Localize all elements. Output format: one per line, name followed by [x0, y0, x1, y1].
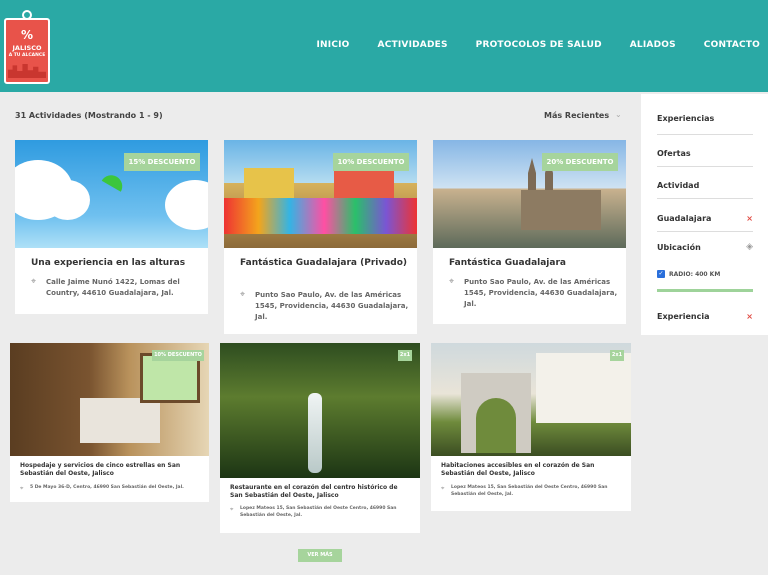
- logo-line-1: JALISCO: [12, 44, 42, 52]
- nav-inicio[interactable]: INICIO: [317, 40, 350, 50]
- building: [536, 353, 631, 423]
- divider: [657, 231, 753, 232]
- card-address: Lopez Mateos 15, San Sebastián del Oeste…: [451, 485, 608, 497]
- load-more-button[interactable]: VER MÁS: [298, 549, 342, 562]
- radius-label: RADIO: 400 KM: [669, 271, 721, 278]
- filter-actividad[interactable]: Actividad: [657, 181, 753, 190]
- divider: [657, 198, 753, 199]
- nav-actividades[interactable]: ACTIVIDADES: [378, 40, 448, 50]
- filter-experiencia[interactable]: Experiencia ×: [657, 312, 753, 321]
- top-bar: % JALISCO A TU ALCANCE INICIO ACTIVIDADE…: [0, 0, 768, 92]
- results-count: 31 Actividades (Mostrando 1 - 9): [15, 111, 163, 120]
- activity-card[interactable]: 20% DESCUENTO Fantástica Guadalajara ⌖ P…: [433, 140, 626, 324]
- arch-opening: [476, 398, 516, 453]
- card-address: 5 De Mayo 36-D, Centro, 46990 San Sebast…: [30, 485, 184, 490]
- nav-aliados[interactable]: ALIADOS: [630, 40, 676, 50]
- map-pin-icon: ⌖: [441, 485, 445, 492]
- main-nav: INICIO ACTIVIDADES PROTOCOLOS DE SALUD A…: [289, 40, 761, 50]
- discount-badge: 10% DESCUENTO: [152, 350, 204, 361]
- activity-card[interactable]: 2x1 Restaurante en el corazón del centro…: [220, 343, 420, 533]
- map-pin-icon: ⌖: [230, 506, 234, 513]
- map-pin-icon: ⌖: [20, 485, 24, 492]
- remove-filter-icon[interactable]: ×: [746, 312, 753, 321]
- map-pin-icon: ⌖: [449, 277, 455, 287]
- card-address: Lopez Mateos 15, San Sebastián del Oeste…: [240, 506, 397, 518]
- filter-label: Experiencia: [657, 312, 710, 321]
- sort-select[interactable]: Más Recientes: [544, 111, 609, 120]
- card-address: Punto Sao Paulo, Av. de las Américas 154…: [464, 278, 618, 308]
- filter-label: Ofertas: [657, 149, 691, 158]
- discount-badge: 15% DESCUENTO: [124, 153, 200, 171]
- brand-logo[interactable]: % JALISCO A TU ALCANCE: [4, 8, 50, 84]
- cloud: [45, 180, 90, 220]
- filter-ofertas[interactable]: Ofertas: [657, 149, 753, 158]
- nav-contacto[interactable]: CONTACTO: [704, 40, 760, 50]
- card-address: Punto Sao Paulo, Av. de las Américas 154…: [255, 291, 409, 321]
- filter-label: Experiencias: [657, 114, 715, 123]
- card-image[interactable]: [431, 343, 631, 456]
- colorful-letters-sign: [224, 198, 417, 234]
- discount-badge: 10% DESCUENTO: [333, 153, 409, 171]
- card-title[interactable]: Restaurante en el corazón del centro his…: [230, 484, 410, 500]
- radius-checkbox[interactable]: ✓: [657, 270, 665, 278]
- card-title[interactable]: Fantástica Guadalajara (Privado): [240, 258, 410, 270]
- card-image[interactable]: [220, 343, 420, 478]
- discount-badge: 20% DESCUENTO: [542, 153, 618, 171]
- card-title[interactable]: Fantástica Guadalajara: [449, 258, 619, 270]
- activity-card[interactable]: 10% DESCUENTO Fantástica Guadalajara (Pr…: [224, 140, 417, 334]
- tag-hole: [22, 10, 32, 20]
- filter-label: Actividad: [657, 181, 700, 190]
- filter-experiencias[interactable]: Experiencias: [657, 114, 753, 123]
- filter-label: Ubicación: [657, 243, 701, 252]
- nav-protocolos[interactable]: PROTOCOLOS DE SALUD: [476, 40, 602, 50]
- map-pin-icon: ⌖: [31, 277, 37, 287]
- cathedral-body: [521, 190, 601, 230]
- activity-card[interactable]: 10% DESCUENTO Hospedaje y servicios de c…: [10, 343, 209, 502]
- logo-percent: %: [20, 28, 34, 42]
- filter-guadalajara[interactable]: Guadalajara ×: [657, 214, 753, 223]
- bed: [80, 398, 160, 443]
- filter-label: Guadalajara: [657, 214, 712, 223]
- divider: [657, 134, 753, 135]
- map-pin-icon: ⌖: [240, 290, 246, 300]
- card-title[interactable]: Una experiencia en las alturas: [31, 258, 201, 270]
- waterfall: [308, 393, 322, 473]
- promo-badge: 2x1: [398, 350, 412, 361]
- remove-filter-icon[interactable]: ×: [746, 214, 753, 223]
- cloud: [165, 180, 208, 230]
- promo-badge: 2x1: [610, 350, 624, 361]
- filter-sidebar: Experiencias Ofertas Actividad Guadalaja…: [641, 94, 768, 335]
- activity-card[interactable]: 2x1 Habitaciones accesibles en el corazó…: [431, 343, 631, 511]
- paraglider-icon: [101, 171, 127, 192]
- card-address: Calle Jaime Nunó 1422, Lomas del Country…: [46, 278, 180, 297]
- divider: [657, 166, 753, 167]
- filter-ubicacion[interactable]: Ubicación ◈: [657, 242, 753, 252]
- building: [244, 168, 294, 198]
- location-target-icon[interactable]: ◈: [746, 242, 753, 252]
- chevron-down-icon[interactable]: ⌄: [615, 110, 622, 119]
- activity-card[interactable]: 15% DESCUENTO Una experiencia en las alt…: [15, 140, 208, 314]
- logo-line-2: A TU ALCANCE: [8, 53, 46, 58]
- radius-slider[interactable]: [657, 289, 753, 292]
- card-title[interactable]: Hospedaje y servicios de cinco estrellas…: [20, 462, 198, 478]
- card-title[interactable]: Habitaciones accesibles en el corazón de…: [441, 462, 621, 478]
